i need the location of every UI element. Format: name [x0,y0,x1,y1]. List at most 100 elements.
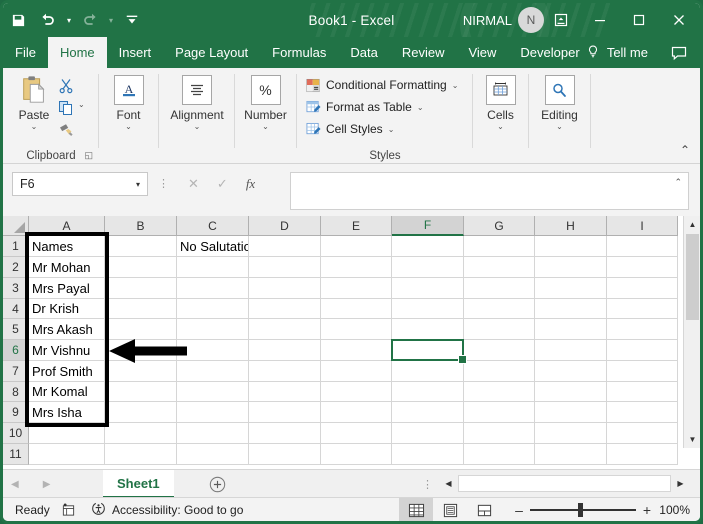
cell-styles-button[interactable]: Cell Styles ⌄ [305,121,394,137]
cell-I4[interactable] [607,299,678,319]
row-header-9[interactable]: 9 [3,402,29,423]
cell-D7[interactable] [249,361,321,382]
scroll-left-icon[interactable]: ◀ [440,475,457,492]
cell-H10[interactable] [535,423,607,444]
record-macro-icon[interactable] [61,498,76,522]
cell-E2[interactable] [321,257,392,278]
cell-B9[interactable] [105,402,177,423]
cell-E5[interactable] [321,319,392,340]
cell-C3[interactable] [177,278,249,299]
cell-C5[interactable] [177,319,249,340]
next-sheet-icon[interactable]: ▶ [43,479,51,490]
cell-B3[interactable] [105,278,177,299]
cell-F8[interactable] [392,382,464,402]
tab-view[interactable]: View [456,37,508,68]
cell-C9[interactable] [177,402,249,423]
cells-button[interactable]: Cells ⌄ [473,74,528,131]
cell-G5[interactable] [464,319,535,340]
tab-data[interactable]: Data [338,37,389,68]
cell-H8[interactable] [535,382,607,402]
cell-F6[interactable] [392,340,464,361]
chevron-down-icon[interactable]: ⌄ [452,81,459,90]
tab-insert[interactable]: Insert [107,37,164,68]
cell-H2[interactable] [535,257,607,278]
zoom-slider[interactable] [530,498,636,522]
cell-I7[interactable] [607,361,678,382]
cell-B8[interactable] [105,382,177,402]
cell-A2[interactable]: Mr Mohan [29,257,105,278]
cell-D11[interactable] [249,444,321,465]
row-header-2[interactable]: 2 [3,257,29,278]
row-header-8[interactable]: 8 [3,382,29,402]
cell-G2[interactable] [464,257,535,278]
vertical-scrollbar[interactable]: ▲ ▼ [683,216,700,448]
row-header-4[interactable]: 4 [3,299,29,319]
cell-A3[interactable]: Mrs Payal [29,278,105,299]
cell-A6[interactable]: Mr Vishnu [29,340,105,361]
conditional-formatting-button[interactable]: Conditional Formatting ⌄ [305,77,458,93]
font-button[interactable]: A Font ⌄ [99,74,158,131]
column-header-H[interactable]: H [535,216,607,236]
cell-E3[interactable] [321,278,392,299]
select-all-corner[interactable] [3,216,29,236]
cell-C1[interactable]: No Salutations [177,236,249,257]
comments-icon[interactable] [670,37,688,68]
cell-G3[interactable] [464,278,535,299]
cell-F9[interactable] [392,402,464,423]
sheet-tab-sheet1[interactable]: Sheet1 [103,470,174,498]
page-break-preview-button[interactable] [467,498,501,522]
cut-icon[interactable] [55,76,77,96]
zoom-level-label[interactable]: 100% [659,498,690,522]
redo-icon[interactable] [75,6,105,34]
row-header-3[interactable]: 3 [3,278,29,299]
cell-F2[interactable] [392,257,464,278]
column-header-D[interactable]: D [249,216,321,236]
cell-H1[interactable] [535,236,607,257]
cell-E1[interactable] [321,236,392,257]
tab-file[interactable]: File [3,37,48,68]
row-header-7[interactable]: 7 [3,361,29,382]
tab-home[interactable]: Home [48,37,107,68]
enter-formula-icon[interactable]: ✓ [217,176,228,192]
column-header-C[interactable]: C [177,216,249,236]
column-header-G[interactable]: G [464,216,535,236]
cell-D1[interactable] [249,236,321,257]
cell-E10[interactable] [321,423,392,444]
cell-G11[interactable] [464,444,535,465]
cell-I3[interactable] [607,278,678,299]
cell-D4[interactable] [249,299,321,319]
chevron-down-icon[interactable]: ⌄ [417,103,424,112]
cell-G1[interactable] [464,236,535,257]
zoom-in-button[interactable]: + [636,502,658,518]
editing-caret-icon[interactable]: ⌄ [556,123,563,131]
column-header-E[interactable]: E [321,216,392,236]
cell-A5[interactable]: Mrs Akash [29,319,105,340]
font-caret-icon[interactable]: ⌄ [125,123,132,131]
paste-button[interactable]: Paste ⌄ [7,74,61,131]
cell-D9[interactable] [249,402,321,423]
format-as-table-button[interactable]: Format as Table ⌄ [305,99,424,115]
format-painter-icon[interactable] [55,120,77,140]
cell-H7[interactable] [535,361,607,382]
insert-function-icon[interactable]: fx [246,176,255,192]
cell-D3[interactable] [249,278,321,299]
accessibility-status[interactable]: Accessibility: Good to go [91,498,243,522]
scroll-right-icon[interactable]: ▶ [672,475,689,492]
cell-G4[interactable] [464,299,535,319]
cell-H3[interactable] [535,278,607,299]
copy-icon[interactable] [55,98,77,118]
zoom-slider-knob[interactable] [578,503,583,517]
tab-formulas[interactable]: Formulas [260,37,338,68]
cell-C7[interactable] [177,361,249,382]
cell-F5[interactable] [392,319,464,340]
cell-B7[interactable] [105,361,177,382]
chevron-down-icon[interactable]: ⌄ [388,125,395,134]
cell-D10[interactable] [249,423,321,444]
page-layout-view-button[interactable] [433,498,467,522]
cell-G8[interactable] [464,382,535,402]
cell-A10[interactable] [29,423,105,444]
account-area[interactable]: NIRMAL N [463,3,544,37]
cell-A11[interactable] [29,444,105,465]
cell-C4[interactable] [177,299,249,319]
cell-B10[interactable] [105,423,177,444]
